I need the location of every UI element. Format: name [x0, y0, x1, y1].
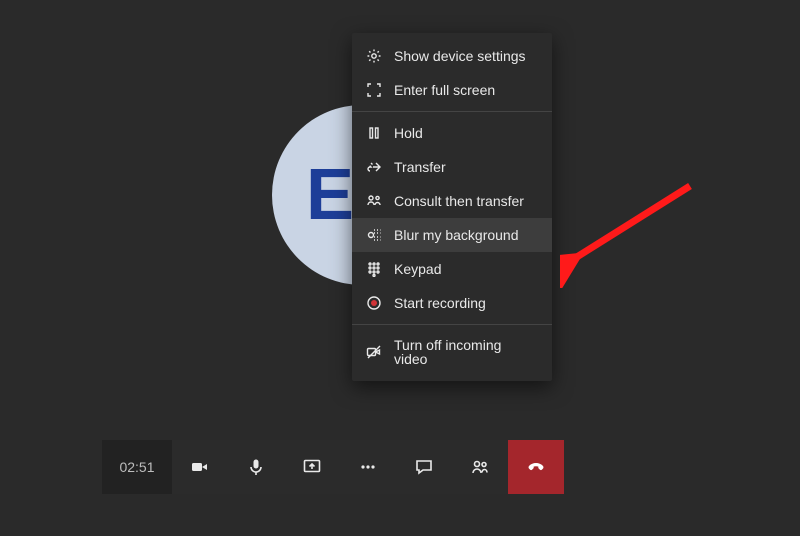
consult-transfer-icon — [366, 193, 382, 209]
menu-item-turn-off-incoming-video[interactable]: Turn off incoming video — [352, 329, 552, 375]
menu-item-label: Consult then transfer — [394, 194, 524, 208]
mic-icon — [246, 457, 266, 477]
fullscreen-icon — [366, 82, 382, 98]
menu-item-label: Transfer — [394, 160, 446, 174]
menu-item-start-recording[interactable]: Start recording — [352, 286, 552, 320]
menu-item-blur-background[interactable]: Blur my background — [352, 218, 552, 252]
camera-toggle-button[interactable] — [172, 440, 228, 494]
share-icon — [302, 457, 322, 477]
menu-item-device-settings[interactable]: Show device settings — [352, 39, 552, 73]
call-timer: 02:51 — [102, 440, 172, 494]
more-actions-menu: Show device settings Enter full screen H… — [352, 33, 552, 381]
people-icon — [470, 457, 490, 477]
mic-toggle-button[interactable] — [228, 440, 284, 494]
chat-icon — [414, 457, 434, 477]
pause-icon — [366, 125, 382, 141]
chat-button[interactable] — [396, 440, 452, 494]
hang-up-button[interactable] — [508, 440, 564, 494]
keypad-icon — [366, 261, 382, 277]
menu-item-keypad[interactable]: Keypad — [352, 252, 552, 286]
menu-item-label: Turn off incoming video — [394, 338, 538, 366]
gear-icon — [366, 48, 382, 64]
blur-icon — [366, 227, 382, 243]
call-toolbar: 02:51 — [102, 440, 564, 494]
camera-icon — [190, 457, 210, 477]
menu-item-label: Enter full screen — [394, 83, 495, 97]
menu-item-label: Show device settings — [394, 49, 526, 63]
menu-item-label: Blur my background — [394, 228, 519, 242]
menu-item-label: Hold — [394, 126, 423, 140]
menu-item-transfer[interactable]: Transfer — [352, 150, 552, 184]
menu-item-label: Keypad — [394, 262, 441, 276]
video-off-icon — [366, 344, 382, 360]
record-icon — [366, 295, 382, 311]
menu-item-hold[interactable]: Hold — [352, 116, 552, 150]
call-window: EW Show device settings Enter full scree… — [0, 0, 800, 536]
menu-item-fullscreen[interactable]: Enter full screen — [352, 73, 552, 107]
ellipsis-icon — [358, 457, 378, 477]
menu-divider — [352, 111, 552, 112]
participants-button[interactable] — [452, 440, 508, 494]
menu-divider — [352, 324, 552, 325]
hang-up-icon — [526, 457, 546, 477]
transfer-icon — [366, 159, 382, 175]
annotation-arrow — [560, 178, 700, 288]
menu-item-label: Start recording — [394, 296, 486, 310]
more-actions-button[interactable] — [340, 440, 396, 494]
menu-item-consult-transfer[interactable]: Consult then transfer — [352, 184, 552, 218]
share-screen-button[interactable] — [284, 440, 340, 494]
